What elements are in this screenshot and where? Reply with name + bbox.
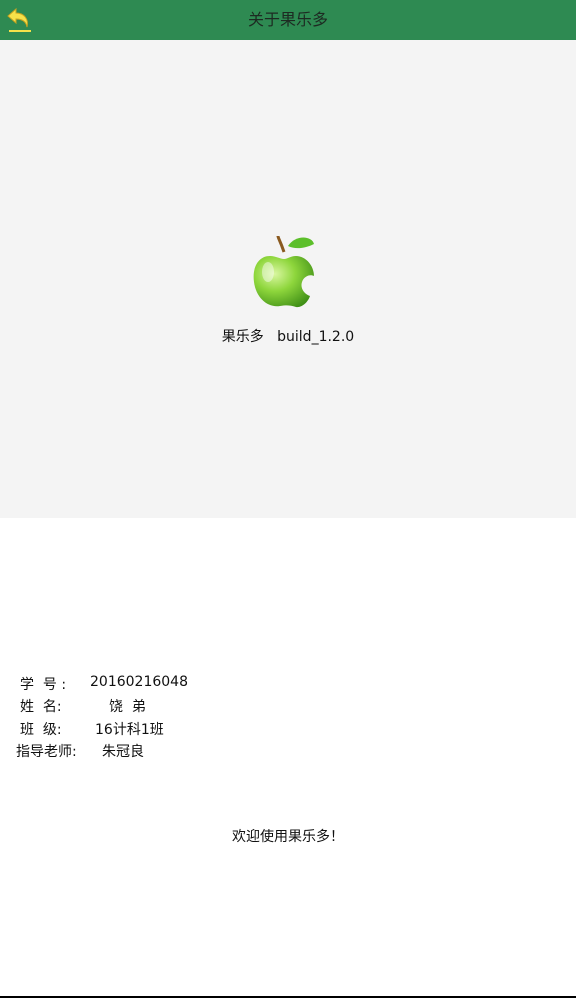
about-panel: 果乐多 build_1.2.0 bbox=[0, 40, 576, 518]
advisor-label: 指导老师: bbox=[16, 744, 77, 760]
student-id-label: 学 号 : bbox=[20, 677, 67, 693]
class-value: 16计科1班 bbox=[95, 722, 164, 738]
class-label: 班 级: bbox=[20, 722, 62, 738]
advisor-value: 朱冠良 bbox=[102, 744, 144, 760]
name-value: 饶 弟 bbox=[109, 699, 146, 715]
welcome-message: 欢迎使用果乐多！ bbox=[232, 829, 344, 845]
green-apple-icon bbox=[253, 235, 314, 308]
student-id-value: 20160216048 bbox=[90, 674, 188, 690]
version-label: 果乐多 build_1.2.0 bbox=[221, 329, 355, 345]
toolbar: 关于果乐多 bbox=[0, 0, 576, 40]
page-title: 关于果乐多 bbox=[247, 10, 328, 29]
advisor-row: 指导老师: 朱冠良 bbox=[16, 741, 144, 789]
name-label: 姓 名: bbox=[20, 699, 62, 715]
